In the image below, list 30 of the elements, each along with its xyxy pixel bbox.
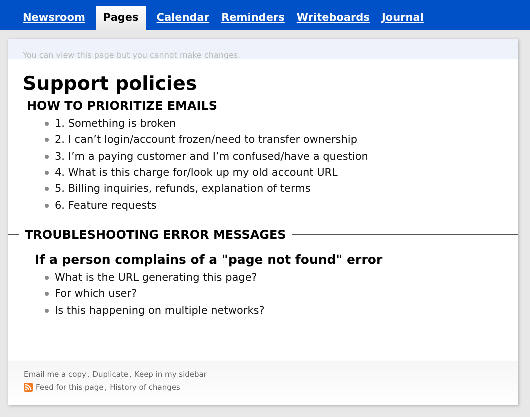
- bullet-icon: [45, 292, 49, 296]
- list-item: What is the URL generating this page?: [55, 272, 258, 284]
- list-item: For which user?: [55, 288, 138, 300]
- bullet-icon: [45, 204, 49, 208]
- bullet-icon: [45, 154, 49, 159]
- list-item: Is this happening on multiple networks?: [55, 304, 265, 317]
- bullet-icon: [45, 308, 49, 313]
- bullet-icon: [45, 276, 49, 280]
- notice-text: You can view this page but you cannot make changes.: [23, 51, 241, 60]
- section-heading: HOW TO PRIORITIZE EMAILS: [27, 99, 218, 113]
- nav-tab[interactable]: Newsroom: [18, 12, 90, 30]
- nav-tab[interactable]: Calendar: [152, 12, 215, 30]
- list-item: 3. I’m a paying customer and I’m confused/have a question: [55, 150, 368, 163]
- bullet-icon: [45, 122, 49, 126]
- bullet-icon: [45, 138, 49, 142]
- nav-tab[interactable]: Journal: [376, 12, 429, 30]
- bullet-icon: [45, 171, 49, 176]
- list-item: 4. What is this charge for/look up my old account URL: [55, 167, 338, 180]
- list-item: 1. Something is broken: [55, 118, 176, 130]
- rss-feed-icon[interactable]: [24, 383, 33, 392]
- list-item: 2. I can’t login/account frozen/need to transfer ownership: [55, 134, 358, 146]
- nav-tab[interactable]: Writeboards: [292, 12, 375, 30]
- subheading: If a person complains of a "page not found" error: [35, 252, 384, 267]
- list-item: 5. Billing inquiries, refunds, explanation of terms: [55, 183, 311, 196]
- page-title: Support policies: [23, 73, 198, 95]
- nav-tab[interactable]: Reminders: [216, 12, 290, 30]
- bullet-icon: [45, 187, 49, 192]
- list-item: 6. Feature requests: [55, 200, 157, 212]
- nav-tab[interactable]: Pages: [96, 6, 146, 30]
- section-heading: TROUBLESHOOTING ERROR MESSAGES: [25, 228, 286, 242]
